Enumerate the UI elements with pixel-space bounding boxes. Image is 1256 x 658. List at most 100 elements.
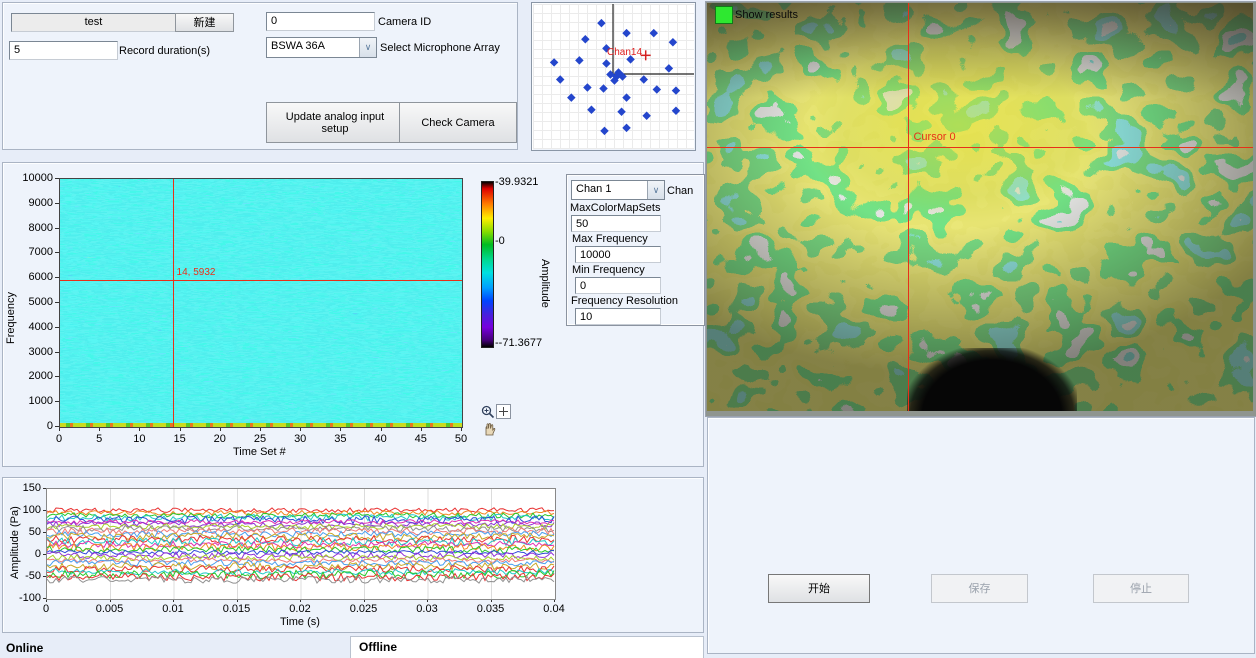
spectrogram-cursor-hline[interactable] — [60, 280, 462, 281]
save-button[interactable]: 保存 — [931, 574, 1028, 603]
spectrogram-panel: Frequency 100009000800070006000500040003… — [2, 162, 704, 467]
axis-tick-label: 4000 — [15, 321, 53, 333]
chevron-down-icon[interactable]: ∨ — [359, 38, 376, 57]
mic-marker — [650, 29, 658, 37]
colorbar-mid-label: -0 — [495, 235, 505, 247]
chan-label: Chan — [667, 185, 693, 197]
mic-marker — [597, 19, 605, 27]
mic-marker — [672, 86, 680, 94]
axis-tick-label: 9000 — [15, 197, 53, 209]
axis-tick-label: 0.015 — [219, 603, 255, 615]
person-silhouette — [907, 348, 1077, 411]
axis-tick-label: 0 — [13, 548, 41, 560]
pan-hand-icon[interactable] — [483, 422, 497, 439]
camera-cursor-vline[interactable] — [908, 3, 909, 411]
axis-tick-label: 10000 — [15, 172, 53, 184]
axis-tick-label: 0.01 — [155, 603, 191, 615]
frequency-resolution-label: Frequency Resolution — [571, 295, 678, 307]
max-frequency-field[interactable]: 10000 — [575, 246, 661, 263]
new-button[interactable]: 新建 — [175, 13, 234, 32]
camera-cursor-label: Cursor 0 — [913, 131, 955, 143]
mic-marker — [581, 35, 589, 43]
chan-dropdown[interactable]: Chan 1 ∨ — [571, 180, 665, 200]
update-analog-input-button[interactable]: Update analog input setup — [266, 102, 404, 143]
acoustic-camera-app: test 新建 5 Record duration(s) 0 Camera ID… — [0, 0, 1256, 658]
show-results-checkbox[interactable] — [715, 6, 733, 24]
axis-tick-label: 0.025 — [346, 603, 382, 615]
axis-tick-label: 5 — [84, 433, 114, 445]
mic-marker — [622, 124, 630, 132]
mic-marker — [669, 38, 677, 46]
waveform-plot[interactable] — [46, 488, 556, 600]
mic-marker — [622, 29, 630, 37]
stop-button[interactable]: 停止 — [1093, 574, 1189, 603]
mic-array-panel: Chan14 — [531, 2, 696, 151]
setup-panel: test 新建 5 Record duration(s) 0 Camera ID… — [2, 2, 518, 150]
axis-tick-label: 50 — [13, 526, 41, 538]
axis-tick-label: 30 — [285, 433, 315, 445]
camera-result-image[interactable]: Cursor 0 Show results — [707, 3, 1253, 411]
spectrogram-plot[interactable]: 14, 5932 — [59, 178, 463, 428]
mic-marker — [600, 127, 608, 135]
mic-marker — [583, 83, 591, 91]
spectrogram-x-axis-label: Time Set # — [233, 446, 286, 458]
axis-tick-label: 6000 — [15, 271, 53, 283]
camera-result-frame: Cursor 0 Show results — [705, 1, 1256, 417]
mic-array-scatter — [533, 4, 694, 149]
min-frequency-field[interactable]: 0 — [575, 277, 661, 294]
frequency-resolution-field[interactable]: 10 — [575, 308, 661, 325]
axis-tick-label: 50 — [446, 433, 476, 445]
test-name-field[interactable]: test — [11, 13, 176, 32]
colorbar-max-label: -39.9321 — [495, 176, 538, 188]
start-button[interactable]: 开始 — [768, 574, 870, 603]
axis-tick-label: 40 — [366, 433, 396, 445]
mic-marker — [622, 93, 630, 101]
mic-array-label: Select Microphone Array — [380, 42, 500, 54]
waveform-traces — [47, 489, 555, 599]
camera-id-label: Camera ID — [378, 16, 431, 28]
axis-tick-label: 0.02 — [282, 603, 318, 615]
channel-settings-panel: Chan 1 ∨ Chan MaxColorMapSets 50 Max Fre… — [566, 174, 705, 326]
zoom-icon[interactable] — [481, 405, 495, 422]
axis-tick-label: 0 — [15, 420, 53, 432]
mic-marker — [665, 64, 673, 72]
mic-array-value: BSWA 36A — [267, 38, 359, 57]
waveform-x-axis-label: Time (s) — [280, 616, 320, 628]
mic-marker — [575, 56, 583, 64]
axis-tick-label: 0.005 — [92, 603, 128, 615]
mic-marker — [640, 75, 648, 83]
axis-tick-label: 15 — [165, 433, 195, 445]
actions-panel: 开始 保存 停止 — [707, 417, 1255, 654]
record-duration-label: Record duration(s) — [119, 45, 210, 57]
chan-value: Chan 1 — [572, 181, 647, 199]
colorbar — [481, 181, 494, 348]
mic-marker — [567, 93, 575, 101]
mic-marker — [556, 75, 564, 83]
spectrogram-cursor-vline[interactable] — [173, 179, 174, 427]
colorbar-axis-label: Amplitude — [539, 223, 551, 343]
mic-array-plot[interactable]: Chan14 — [533, 4, 694, 149]
mic-array-dropdown[interactable]: BSWA 36A ∨ — [266, 37, 377, 58]
max-colormap-field[interactable]: 50 — [571, 215, 661, 232]
mic-marker — [587, 105, 595, 113]
cursor-move-tool-icon[interactable] — [496, 404, 511, 419]
axis-tick-label: 1000 — [15, 395, 53, 407]
mic-marker — [653, 85, 661, 93]
chevron-down-icon[interactable]: ∨ — [647, 181, 664, 199]
axis-tick-label: 0 — [44, 433, 74, 445]
axis-tick-label: 150 — [13, 482, 41, 494]
axis-tick-label: 0 — [28, 603, 64, 615]
min-frequency-label: Min Frequency — [572, 264, 645, 276]
axis-tick-label: 7000 — [15, 246, 53, 258]
axis-tick-label: 0.03 — [409, 603, 445, 615]
camera-cursor-hline[interactable] — [707, 147, 1253, 148]
offline-status-label: Offline — [359, 640, 397, 654]
mic-marker — [599, 84, 607, 92]
axis-tick-label: 0.035 — [473, 603, 509, 615]
axis-tick-label: -50 — [13, 570, 41, 582]
axis-tick-label: 0.04 — [536, 603, 572, 615]
check-camera-button[interactable]: Check Camera — [399, 102, 517, 143]
camera-id-field[interactable]: 0 — [266, 12, 375, 31]
offline-status-box: Offline — [350, 636, 704, 658]
record-duration-field[interactable]: 5 — [9, 41, 118, 60]
